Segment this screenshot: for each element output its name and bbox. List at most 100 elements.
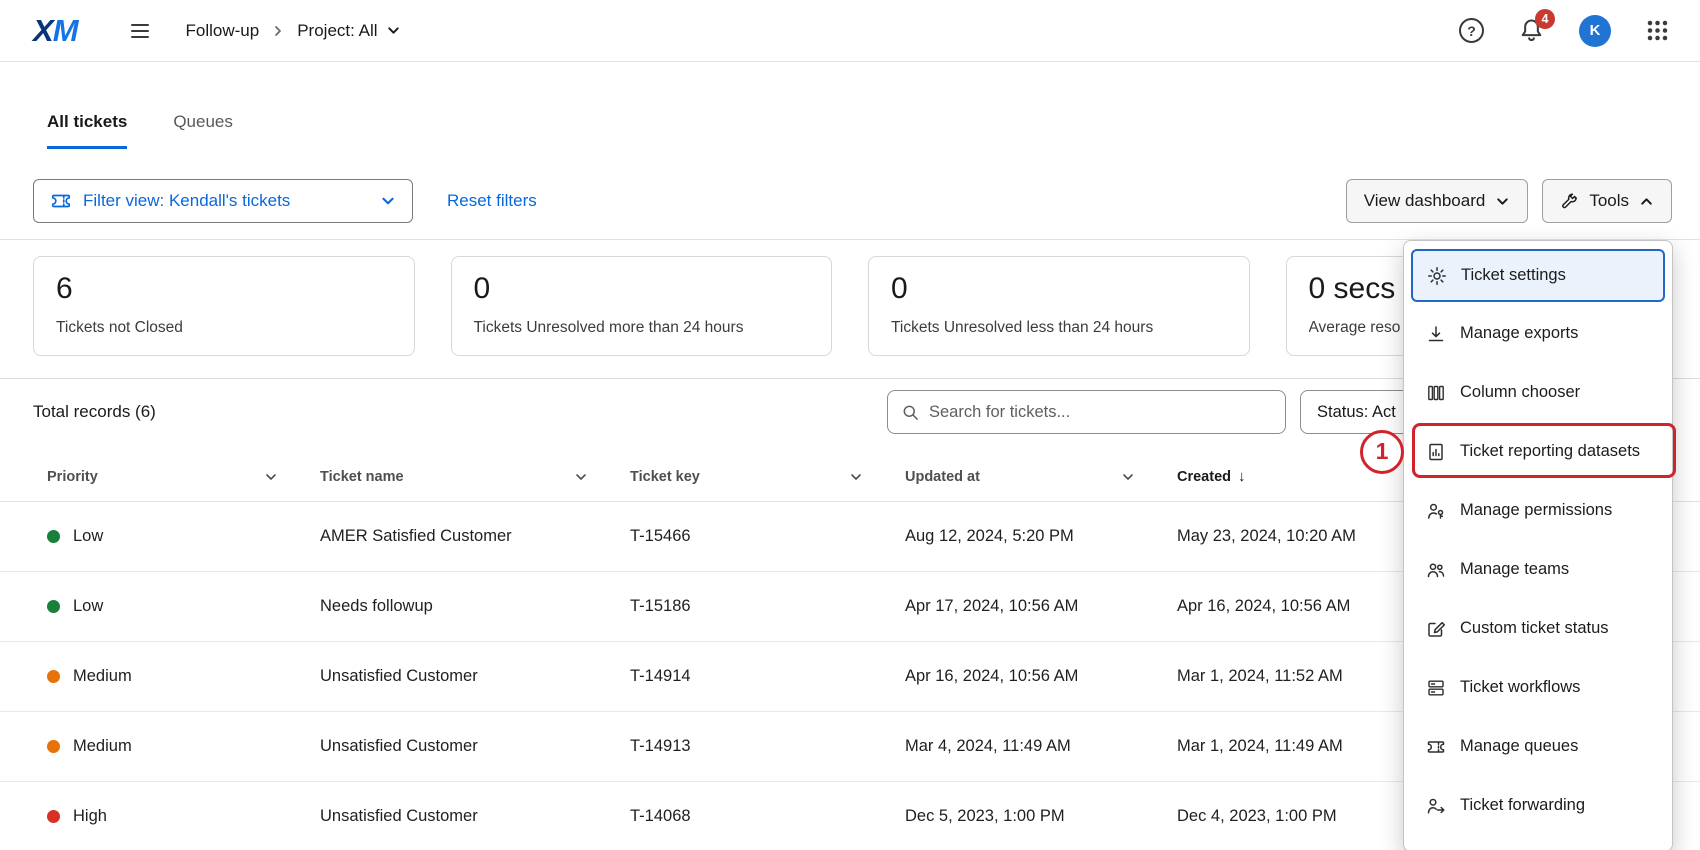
tab-queues[interactable]: Queues xyxy=(173,112,233,149)
search-input[interactable] xyxy=(929,403,1272,422)
ticket-key-cell: T-15186 xyxy=(630,597,905,616)
priority-cell: Medium xyxy=(47,667,320,686)
ticket-key-cell: T-14914 xyxy=(630,667,905,686)
breadcrumb-dataset-selector[interactable]: Project: All xyxy=(297,21,400,41)
updated-at-cell: Dec 5, 2023, 1:00 PM xyxy=(905,807,1177,826)
report-icon xyxy=(1426,442,1446,462)
column-header-priority[interactable]: Priority xyxy=(47,469,320,485)
breadcrumb: Follow-up Project: All xyxy=(186,21,401,41)
tab-all-tickets[interactable]: All tickets xyxy=(47,112,127,149)
status-filter-label: Status: Act xyxy=(1317,403,1396,422)
column-label: Updated at xyxy=(905,469,980,485)
wrench-icon xyxy=(1560,192,1579,211)
ticket-icon xyxy=(50,190,72,212)
ticket-key-cell: T-14068 xyxy=(630,807,905,826)
tab-bar: All tickets Queues xyxy=(0,112,1700,149)
column-header-ticket-name[interactable]: Ticket name xyxy=(320,469,630,485)
column-header-ticket-key[interactable]: Ticket key xyxy=(630,469,905,485)
priority-dot xyxy=(47,740,60,753)
menu-item-label: Column chooser xyxy=(1460,383,1580,402)
priority-dot xyxy=(47,600,60,613)
ticket-name-cell: Unsatisfied Customer xyxy=(320,807,630,826)
menu-item-custom-ticket-status[interactable]: Custom ticket status xyxy=(1404,599,1672,658)
menu-item-label: Manage exports xyxy=(1460,324,1578,343)
priority-label: Medium xyxy=(73,737,132,756)
column-label: Created xyxy=(1177,469,1231,485)
forward-icon xyxy=(1426,796,1446,816)
priority-label: Medium xyxy=(73,667,132,686)
column-header-updated-at[interactable]: Updated at xyxy=(905,469,1177,485)
page: X M Follow-up Project: All ? xyxy=(0,0,1700,850)
breadcrumb-project[interactable]: Follow-up xyxy=(186,21,260,41)
menu-item-label: Custom ticket status xyxy=(1460,619,1609,638)
filter-actions: View dashboard Tools xyxy=(1346,179,1672,223)
ticket-key-cell: T-15466 xyxy=(630,527,905,546)
menu-item-ticket-forwarding[interactable]: Ticket forwarding xyxy=(1404,776,1672,835)
menu-item-label: Manage permissions xyxy=(1460,501,1612,520)
help-icon[interactable]: ? xyxy=(1459,18,1484,43)
logo-letter-m: M xyxy=(53,13,78,49)
tools-button[interactable]: Tools xyxy=(1542,179,1672,223)
stat-value: 0 xyxy=(891,272,1227,306)
menu-item-label: Ticket workflows xyxy=(1460,678,1580,697)
xm-logo[interactable]: X M xyxy=(33,13,78,49)
priority-label: Low xyxy=(73,597,103,616)
person-key-icon xyxy=(1426,501,1446,521)
ticket-name-cell: Needs followup xyxy=(320,597,630,616)
logo-letter-x: X xyxy=(33,13,53,49)
top-bar: X M Follow-up Project: All ? xyxy=(0,0,1700,62)
priority-label: High xyxy=(73,807,107,826)
ticket-key-cell: T-14913 xyxy=(630,737,905,756)
breadcrumb-dataset-label: Project: All xyxy=(297,21,377,41)
priority-dot xyxy=(47,530,60,543)
menu-item-ticket-reporting-datasets[interactable]: 1 Ticket reporting datasets xyxy=(1404,422,1672,481)
stat-value: 0 xyxy=(474,272,810,306)
column-label: Ticket name xyxy=(320,469,404,485)
priority-cell: Low xyxy=(47,597,320,616)
menu-item-manage-permissions[interactable]: Manage permissions xyxy=(1404,481,1672,540)
menu-item-manage-teams[interactable]: Manage teams xyxy=(1404,540,1672,599)
topbar-actions: ? 4 K xyxy=(1459,15,1670,47)
menu-item-ticket-workflows[interactable]: Ticket workflows xyxy=(1404,658,1672,717)
sort-desc-icon: ↓ xyxy=(1238,468,1246,485)
filter-view-dropdown[interactable]: Filter view: Kendall's tickets xyxy=(33,179,413,223)
filter-view-label: Filter view: Kendall's tickets xyxy=(83,191,380,211)
stat-label: Tickets not Closed xyxy=(56,319,392,337)
people-icon xyxy=(1426,560,1446,580)
ticket-name-cell: AMER Satisfied Customer xyxy=(320,527,630,546)
chevron-up-icon xyxy=(1639,194,1654,209)
stat-label: Tickets Unresolved less than 24 hours xyxy=(891,319,1227,337)
app-grid-icon[interactable] xyxy=(1645,18,1670,43)
ticket-icon xyxy=(1426,737,1446,757)
column-label: Priority xyxy=(47,469,98,485)
menu-item-column-chooser[interactable]: Column chooser xyxy=(1404,363,1672,422)
chevron-down-icon xyxy=(574,470,588,484)
avatar[interactable]: K xyxy=(1579,15,1611,47)
ticket-name-cell: Unsatisfied Customer xyxy=(320,737,630,756)
chevron-down-icon xyxy=(1121,470,1135,484)
chevron-down-icon xyxy=(380,193,396,209)
ticket-search xyxy=(887,390,1286,434)
menu-item-label: Ticket settings xyxy=(1461,266,1566,285)
hamburger-menu-icon[interactable] xyxy=(128,19,152,43)
notification-count-badge: 4 xyxy=(1535,9,1555,29)
reset-filters-link[interactable]: Reset filters xyxy=(447,191,537,211)
filter-row: Filter view: Kendall's tickets Reset fil… xyxy=(0,179,1700,223)
workflow-icon xyxy=(1426,678,1446,698)
menu-item-ticket-settings[interactable]: Ticket settings xyxy=(1411,249,1665,302)
priority-cell: High xyxy=(47,807,320,826)
priority-label: Low xyxy=(73,527,103,546)
menu-item-manage-queues[interactable]: Manage queues xyxy=(1404,717,1672,776)
menu-item-label: Ticket reporting datasets xyxy=(1460,442,1640,461)
stat-card-unresolved-less-24h: 0 Tickets Unresolved less than 24 hours xyxy=(868,256,1250,356)
chevron-down-icon xyxy=(264,470,278,484)
priority-cell: Medium xyxy=(47,737,320,756)
stat-card-unresolved-more-24h: 0 Tickets Unresolved more than 24 hours xyxy=(451,256,833,356)
download-icon xyxy=(1426,324,1446,344)
menu-item-label: Manage queues xyxy=(1460,737,1578,756)
notifications-button[interactable]: 4 xyxy=(1518,17,1545,44)
menu-item-label: Manage teams xyxy=(1460,560,1569,579)
view-dashboard-button[interactable]: View dashboard xyxy=(1346,179,1529,223)
menu-item-manage-exports[interactable]: Manage exports xyxy=(1404,304,1672,363)
updated-at-cell: Apr 17, 2024, 10:56 AM xyxy=(905,597,1177,616)
